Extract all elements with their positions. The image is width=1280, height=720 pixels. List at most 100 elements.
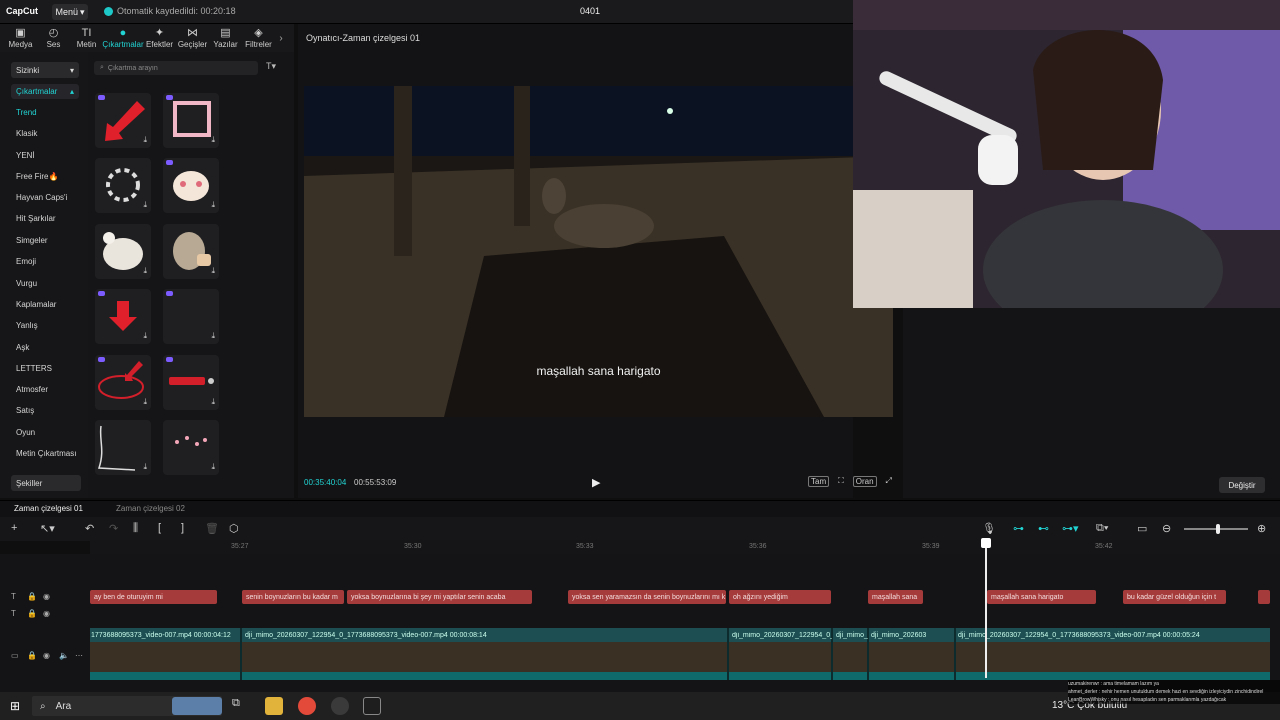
category-item[interactable]: Hit Şarkılar [16, 214, 56, 223]
sticker-cat-thumbs[interactable]: ⤓ [163, 224, 219, 279]
category-item-shapes[interactable]: Şekiller [11, 475, 81, 491]
tab-stickers[interactable]: ● Çıkartmalar [102, 24, 143, 52]
playhead-handle[interactable] [981, 538, 991, 548]
category-item[interactable]: Trend [16, 108, 37, 117]
eye-icon[interactable]: ◉ [43, 592, 50, 601]
caption-clip[interactable]: oh ağzını yediğim [729, 590, 831, 604]
caption-clip[interactable]: senin boynuzların bu kadar m [242, 590, 344, 604]
playhead[interactable] [985, 538, 987, 678]
caption-clip[interactable] [1258, 590, 1270, 604]
magnet-icon[interactable]: ⊷ [1038, 522, 1049, 535]
eye-icon[interactable]: ◉ [43, 609, 50, 618]
category-item[interactable]: Metin Çıkartması [16, 449, 76, 458]
split-icon[interactable]: ⫼ [133, 522, 138, 535]
sticker-ornament-frame[interactable]: ⤓ [95, 420, 151, 475]
more-icon[interactable]: ⋯ [75, 651, 83, 660]
task-view-icon[interactable]: ⧉ [232, 697, 250, 715]
zoom-slider-knob[interactable] [1216, 524, 1220, 534]
category-item[interactable]: YENİ [16, 151, 35, 160]
snap-icon[interactable]: ⊶▾ [1062, 522, 1079, 535]
sticker-down-arrow[interactable]: ⤓ [95, 289, 151, 344]
add-track-icon[interactable]: + [11, 522, 17, 534]
tab-filters[interactable]: ◈ Filtreler [242, 24, 275, 52]
category-item[interactable]: Oyun [16, 428, 35, 437]
category-item[interactable]: LETTERS [16, 364, 52, 373]
preview-axis-icon[interactable]: ⧉▾ [1096, 522, 1108, 535]
caption-clip[interactable]: maşallah sana harigato [987, 590, 1096, 604]
category-item[interactable]: Yanlış [16, 321, 38, 330]
chevron-right-icon[interactable]: › [275, 24, 287, 52]
zoom-out-icon[interactable]: ⊖ [1162, 522, 1171, 535]
trim-right-icon[interactable]: ] [181, 522, 184, 534]
chrome-icon[interactable] [298, 697, 316, 715]
sticker-cat-flower[interactable]: ⤓ [95, 224, 151, 279]
delete-icon[interactable]: 🗑 [205, 522, 219, 535]
category-item[interactable]: Hayvan Caps'i [16, 193, 67, 202]
fullquality-button[interactable]: Tam [808, 476, 830, 487]
zoom-slider[interactable] [1184, 524, 1248, 534]
caption-clip[interactable]: maşallah sana [868, 590, 923, 604]
category-section-header[interactable]: Çıkartmalar ▴ [11, 84, 79, 99]
subtitle-overlay[interactable]: maşallah sana harigato [304, 364, 893, 378]
filter-icon[interactable]: T▾ [266, 61, 276, 72]
undo-icon[interactable]: ↶ [85, 522, 94, 535]
sticker-red-circle-arrow[interactable]: ⤓ [95, 355, 151, 410]
category-item[interactable]: Kaplamalar [16, 300, 56, 309]
tab-transitions[interactable]: ⋈ Geçişler [176, 24, 209, 52]
lock-icon[interactable]: 🔒 [27, 592, 37, 601]
tab-timeline-02[interactable]: Zaman çizelgesi 02 [116, 504, 185, 513]
sticker-pink-frame[interactable]: ⤓ [163, 93, 219, 148]
caption-clip[interactable]: yoksa sen yaramazsın da senin boynuzları… [568, 590, 726, 604]
category-item[interactable]: Vurgu [16, 279, 37, 288]
category-item[interactable]: Satış [16, 406, 34, 415]
play-button[interactable]: ▶ [592, 476, 600, 489]
caption-clip[interactable]: bu kadar güzel olduğun için t [1123, 590, 1226, 604]
caption-icon[interactable]: ▭ [1137, 522, 1147, 535]
video-preview[interactable]: maşallah sana harigato [304, 86, 893, 417]
tab-captions[interactable]: ▤ Yazılar [209, 24, 242, 52]
sticker-search-input[interactable]: ⌕ Çıkartma arayın [94, 61, 258, 75]
capcut-taskbar-icon[interactable] [363, 697, 381, 715]
category-select[interactable]: Sizinki ▾ [11, 62, 79, 78]
ratio-button[interactable]: Oran [852, 476, 877, 487]
category-item[interactable]: Emoji [16, 257, 36, 266]
tab-timeline-01[interactable]: Zaman çizelgesi 01 [14, 504, 83, 513]
obs-icon[interactable] [331, 697, 349, 715]
crop-icon[interactable]: ⛶ [838, 476, 844, 487]
tab-audio[interactable]: ◴ Ses [37, 24, 70, 52]
sticker-loading-spinner[interactable]: ⤓ [95, 158, 151, 213]
eye-icon[interactable]: ◉ [43, 651, 50, 660]
sticker-subscribe-button[interactable]: ⤓ [163, 355, 219, 410]
ruler-tick: 35:27 [231, 543, 249, 550]
lock-icon[interactable]: 🔒 [27, 609, 37, 618]
sticker-sparkle-dots[interactable]: ⤓ [163, 289, 219, 344]
mute-icon[interactable]: 🔈 [59, 651, 69, 660]
link-icon[interactable]: ⊶ [1013, 522, 1024, 535]
tab-effects[interactable]: ✦ Efektler [143, 24, 176, 52]
zoom-in-icon[interactable]: ⊕ [1257, 522, 1266, 535]
tab-text[interactable]: TI Metin [70, 24, 103, 52]
category-item[interactable]: Klasik [16, 129, 37, 138]
sticker-cat-heart[interactable]: ⤓ [163, 158, 219, 213]
trim-left-icon[interactable]: [ [158, 522, 161, 534]
change-button[interactable]: Değiştir [1219, 477, 1265, 493]
file-explorer-icon[interactable] [265, 697, 283, 715]
caption-clip[interactable]: yoksa boynuzlarına bi şey mi yaptılar se… [347, 590, 532, 604]
select-tool-icon[interactable]: ↖▾ [40, 522, 55, 535]
sticker-red-arrow[interactable]: ⤓ [95, 93, 151, 148]
menu-button[interactable]: Menü ▾ [52, 4, 88, 20]
windows-start-icon[interactable]: ⊞ [10, 699, 20, 713]
tab-media[interactable]: ▣ Medya [4, 24, 37, 52]
redo-icon[interactable]: ↷ [109, 522, 118, 535]
category-item[interactable]: Atmosfer [16, 385, 48, 394]
category-item[interactable]: Free Fire🔥 [16, 172, 58, 181]
lock-icon[interactable]: 🔒 [27, 651, 37, 660]
microphone-icon[interactable]: 🎙 [982, 522, 996, 535]
category-item[interactable]: Simgeler [16, 236, 48, 245]
ruler-tick: 35:42 [1095, 543, 1113, 550]
category-item[interactable]: Aşk [16, 343, 29, 352]
sticker-cherry-blossom[interactable]: ⤓ [163, 420, 219, 475]
marker-icon[interactable]: ⬡ [229, 522, 239, 535]
fullscreen-icon[interactable]: ⤢ [886, 476, 892, 487]
caption-clip[interactable]: ay ben de oturuyim mi [90, 590, 217, 604]
